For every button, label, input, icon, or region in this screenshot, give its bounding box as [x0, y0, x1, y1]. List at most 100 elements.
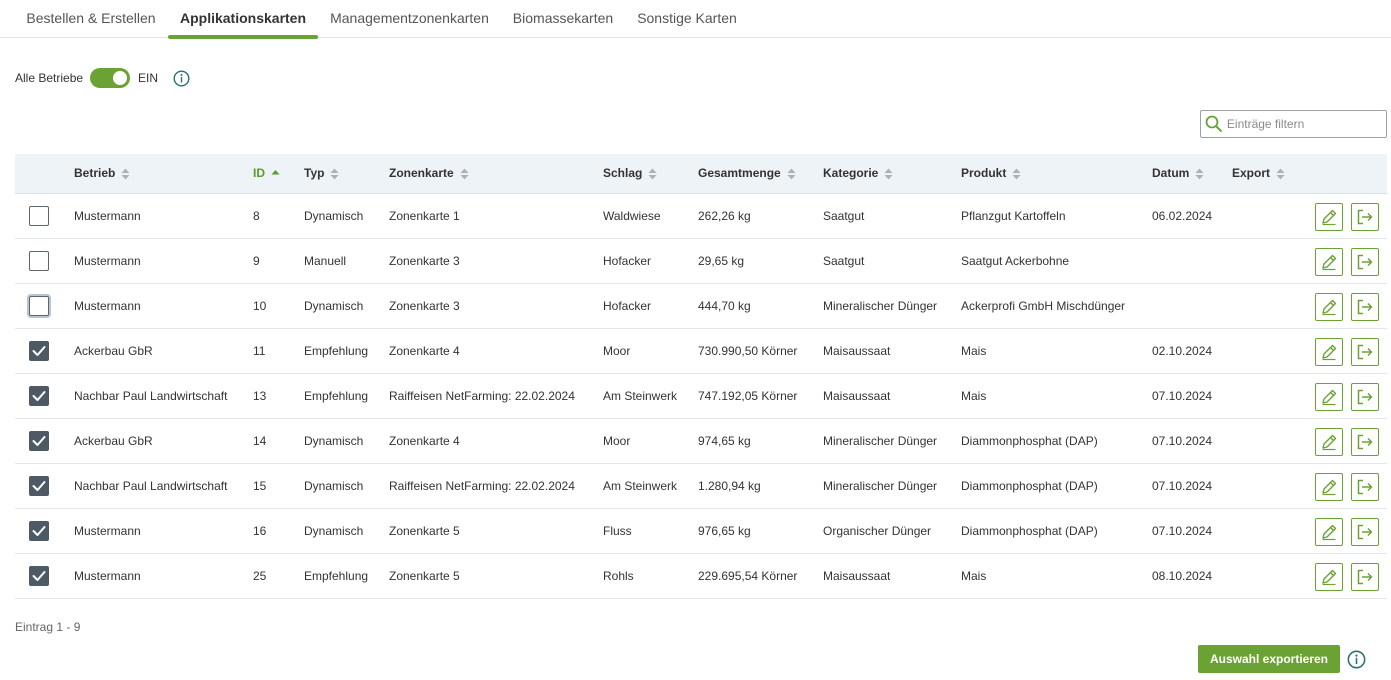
- cell-id: 14: [253, 434, 267, 448]
- cell-kategorie: Organischer Dünger: [823, 524, 932, 538]
- col-typ[interactable]: Typ: [304, 154, 339, 193]
- checkmark-icon: [32, 571, 46, 581]
- tab-sonstige-karten[interactable]: Sonstige Karten: [625, 0, 749, 38]
- row-checkbox[interactable]: [29, 566, 49, 586]
- row-checkbox[interactable]: [29, 206, 49, 226]
- cell-zonenkarte: Raiffeisen NetFarming: 22.02.2024: [389, 389, 575, 403]
- sort-icon: [1012, 168, 1021, 179]
- cell-typ: Dynamisch: [304, 434, 364, 448]
- cell-schlag: Rohls: [603, 569, 634, 583]
- cell-typ: Empfehlung: [304, 569, 369, 583]
- export-button[interactable]: [1351, 338, 1379, 366]
- edit-pencil-icon: [1322, 209, 1337, 226]
- col-kategorie[interactable]: Kategorie: [823, 154, 893, 193]
- col-id[interactable]: ID: [253, 154, 280, 193]
- col-label: Zonenkarte: [389, 166, 454, 180]
- cell-kategorie: Saatgut: [823, 209, 865, 223]
- cell-schlag: Hofacker: [603, 254, 652, 268]
- export-button[interactable]: [1351, 203, 1379, 231]
- cell-zonenkarte: Zonenkarte 5: [389, 569, 460, 583]
- export-button[interactable]: [1351, 473, 1379, 501]
- export-button[interactable]: [1351, 248, 1379, 276]
- checkmark-icon: [32, 526, 46, 536]
- cell-zonenkarte: Raiffeisen NetFarming: 22.02.2024: [389, 479, 575, 493]
- cell-produkt: Saatgut Ackerbohne: [961, 254, 1070, 268]
- row-checkbox[interactable]: [29, 341, 49, 361]
- col-export[interactable]: Export: [1232, 154, 1285, 193]
- cell-typ: Empfehlung: [304, 389, 369, 403]
- export-button[interactable]: [1351, 383, 1379, 411]
- edit-button[interactable]: [1315, 473, 1343, 501]
- col-zonenkarte[interactable]: Zonenkarte: [389, 154, 469, 193]
- edit-button[interactable]: [1315, 428, 1343, 456]
- info-icon[interactable]: [1347, 650, 1366, 669]
- row-checkbox[interactable]: [29, 296, 49, 316]
- tab-biomassekarten[interactable]: Biomassekarten: [501, 0, 625, 38]
- export-button[interactable]: [1351, 518, 1379, 546]
- edit-pencil-icon: [1322, 479, 1337, 496]
- auswahl-exportieren-button[interactable]: Auswahl exportieren: [1198, 645, 1340, 673]
- cell-id: 16: [253, 524, 267, 538]
- cell-id: 10: [253, 299, 267, 313]
- export-button[interactable]: [1351, 428, 1379, 456]
- row-checkbox[interactable]: [29, 431, 49, 451]
- cell-gesamtmenge: 29,65 kg: [698, 254, 745, 268]
- col-label: Gesamtmenge: [698, 166, 781, 180]
- cell-betrieb: Mustermann: [74, 299, 141, 313]
- col-datum[interactable]: Datum: [1152, 154, 1204, 193]
- cell-schlag: Moor: [603, 434, 631, 448]
- edit-pencil-icon: [1322, 299, 1337, 316]
- export-button[interactable]: [1351, 293, 1379, 321]
- edit-pencil-icon: [1322, 569, 1337, 586]
- cell-datum: 07.10.2024: [1152, 479, 1213, 493]
- col-schlag[interactable]: Schlag: [603, 154, 657, 193]
- edit-button[interactable]: [1315, 338, 1343, 366]
- export-button[interactable]: [1351, 563, 1379, 591]
- cell-datum: 07.10.2024: [1152, 389, 1213, 403]
- table-row: Ackerbau GbR 11 Empfehlung Zonenkarte 4 Moor…: [15, 329, 1387, 374]
- table-row: Mustermann 10 Dynamisch Zonenkarte 3 Hofacke…: [15, 284, 1387, 329]
- col-label: Produkt: [961, 166, 1007, 180]
- cell-typ: Dynamisch: [304, 524, 364, 538]
- edit-pencil-icon: [1322, 389, 1337, 406]
- edit-button[interactable]: [1315, 518, 1343, 546]
- edit-pencil-icon: [1322, 344, 1337, 361]
- tab-applikationskarten[interactable]: Applikationskarten: [168, 0, 318, 39]
- edit-button[interactable]: [1315, 203, 1343, 231]
- cell-datum: 07.10.2024: [1152, 524, 1213, 538]
- col-betrieb[interactable]: Betrieb: [74, 154, 130, 193]
- export-icon: [1357, 254, 1373, 270]
- col-gesamtmenge[interactable]: Gesamtmenge: [698, 154, 796, 193]
- cell-zonenkarte: Zonenkarte 3: [389, 254, 460, 268]
- col-produkt[interactable]: Produkt: [961, 154, 1021, 193]
- filter-input[interactable]: [1226, 117, 1386, 131]
- edit-button[interactable]: [1315, 383, 1343, 411]
- info-icon[interactable]: [173, 70, 190, 87]
- cell-produkt: Pflanzgut Kartoffeln: [961, 209, 1066, 223]
- cell-kategorie: Mineralischer Dünger: [823, 479, 938, 493]
- row-checkbox[interactable]: [29, 251, 49, 271]
- cell-schlag: Fluss: [603, 524, 632, 538]
- cell-produkt: Mais: [961, 389, 987, 403]
- alle-betriebe-switch[interactable]: [90, 68, 131, 88]
- row-checkbox[interactable]: [29, 476, 49, 496]
- tab-bestellen-erstellen[interactable]: Bestellen & Erstellen: [15, 0, 167, 38]
- edit-button[interactable]: [1315, 248, 1343, 276]
- cell-produkt: Diammonphosphat (DAP): [961, 434, 1098, 448]
- cell-kategorie: Saatgut: [823, 254, 865, 268]
- toggle-label: Alle Betriebe: [15, 71, 84, 85]
- export-icon: [1357, 389, 1373, 405]
- cell-id: 25: [253, 569, 267, 583]
- sort-asc-icon: [271, 169, 280, 174]
- switch-knob: [113, 71, 128, 85]
- cell-typ: Dynamisch: [304, 479, 364, 493]
- row-checkbox[interactable]: [29, 386, 49, 406]
- edit-button[interactable]: [1315, 563, 1343, 591]
- cell-schlag: Waldwiese: [603, 209, 661, 223]
- row-checkbox[interactable]: [29, 521, 49, 541]
- cell-gesamtmenge: 262,26 kg: [698, 209, 751, 223]
- edit-button[interactable]: [1315, 293, 1343, 321]
- tab-managementzonenkarten[interactable]: Managementzonenkarten: [318, 0, 501, 38]
- cell-zonenkarte: Zonenkarte 5: [389, 524, 460, 538]
- checkmark-icon: [32, 436, 46, 446]
